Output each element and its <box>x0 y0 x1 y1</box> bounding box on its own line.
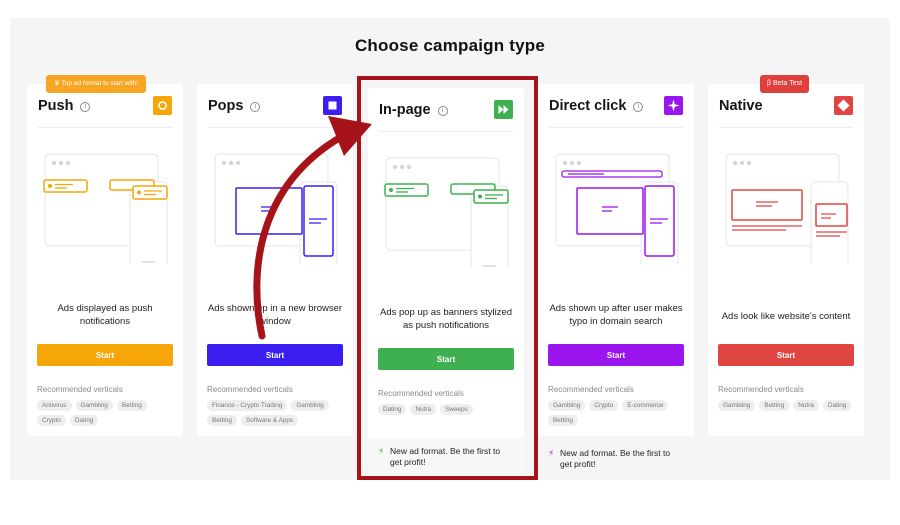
vertical-tag[interactable]: Dating <box>69 415 99 426</box>
start-button-pops[interactable]: Start <box>207 344 343 366</box>
vertical-tag[interactable]: Crypto <box>37 415 66 426</box>
card-description: Ads look like website's content <box>721 311 851 322</box>
card-header: Direct click i <box>549 92 683 128</box>
vertical-tag[interactable]: Betting <box>207 415 237 426</box>
vertical-tag[interactable]: Crypto <box>589 400 619 411</box>
card-title: Pops <box>208 98 244 114</box>
recommended-verticals-label: Recommended verticals <box>718 385 804 394</box>
recommended-verticals-label: Recommended verticals <box>37 385 123 394</box>
new-format-text: New ad format. Be the first to get profi… <box>560 448 671 469</box>
verticals-tags: Antivirus Gambling Betting Crypto Dating <box>37 400 177 426</box>
vertical-tag[interactable]: Dating <box>822 400 852 411</box>
vertical-tag[interactable]: Gambling <box>75 400 113 411</box>
lightning-icon: ⚡ <box>548 448 555 458</box>
vertical-tag[interactable]: Finance - Crypto Trading <box>207 400 288 411</box>
recommended-verticals-label: Recommended verticals <box>548 385 634 394</box>
info-icon[interactable]: i <box>633 102 644 112</box>
campaign-card-native[interactable]: Native Ads look like website's content S… <box>708 84 864 436</box>
top-format-text: Top ad format to start with! <box>61 80 139 87</box>
beta-test-text: Beta Test <box>772 80 803 87</box>
campaign-card-direct-click[interactable]: Direct click i Ads shown up after user ma… <box>538 84 694 436</box>
info-icon[interactable]: i <box>80 102 91 112</box>
sparkle-icon <box>664 96 683 115</box>
vertical-tag[interactable]: Betting <box>116 400 147 411</box>
crown-icon: ♛ <box>54 80 62 87</box>
verticals-tags: Gambling Crypto E-commerce Betting <box>548 400 688 426</box>
push-square-icon <box>153 96 172 115</box>
direct-click-illustration <box>555 153 679 264</box>
push-illustration <box>43 153 168 264</box>
card-description: Ads shown up after user makes typo in do… <box>549 303 683 327</box>
native-illustration <box>725 153 849 264</box>
vertical-tag[interactable]: Gambling <box>291 400 329 411</box>
vertical-tag[interactable]: E-commerce <box>622 400 669 411</box>
start-button-push[interactable]: Start <box>37 344 173 366</box>
card-title: Native <box>719 98 763 114</box>
card-description: Ads displayed as push notifications <box>57 303 153 327</box>
page-title: Choose campaign type <box>354 36 546 55</box>
verticals-tags: Gambling Betting Nutra Dating <box>718 400 858 411</box>
start-button-native[interactable]: Start <box>718 344 854 366</box>
diamond-icon <box>834 96 853 115</box>
beta-test-badge: β Beta Test <box>760 75 810 93</box>
verticals-tags: Finance - Crypto Trading Gambling Bettin… <box>207 400 347 426</box>
vertical-tag[interactable]: Gambling <box>718 400 756 411</box>
vertical-tag[interactable]: Antivirus <box>37 400 72 411</box>
vertical-tag[interactable]: Betting <box>759 400 790 411</box>
card-title: Push <box>38 98 74 114</box>
card-header: Native <box>719 92 853 128</box>
card-title: Direct click <box>549 98 627 114</box>
vertical-tag[interactable]: Gambling <box>548 400 586 411</box>
vertical-tag[interactable]: Nutra <box>793 400 819 411</box>
vertical-tag[interactable]: Betting <box>548 415 578 426</box>
top-format-badge: ♛ Top ad format to start with! <box>46 75 147 93</box>
red-arrow-annotation <box>253 116 372 340</box>
recommended-verticals-label: Recommended verticals <box>207 385 293 394</box>
start-button-direct-click[interactable]: Start <box>548 344 684 366</box>
new-format-note: ⚡ New ad format. Be the first to get pro… <box>538 440 694 474</box>
campaign-card-push[interactable]: Push i Ads displayed as push notification… <box>27 84 183 436</box>
vertical-tag[interactable]: Software & Apps <box>240 415 299 426</box>
highlight-frame <box>357 76 538 480</box>
card-header: Push i <box>38 92 172 128</box>
